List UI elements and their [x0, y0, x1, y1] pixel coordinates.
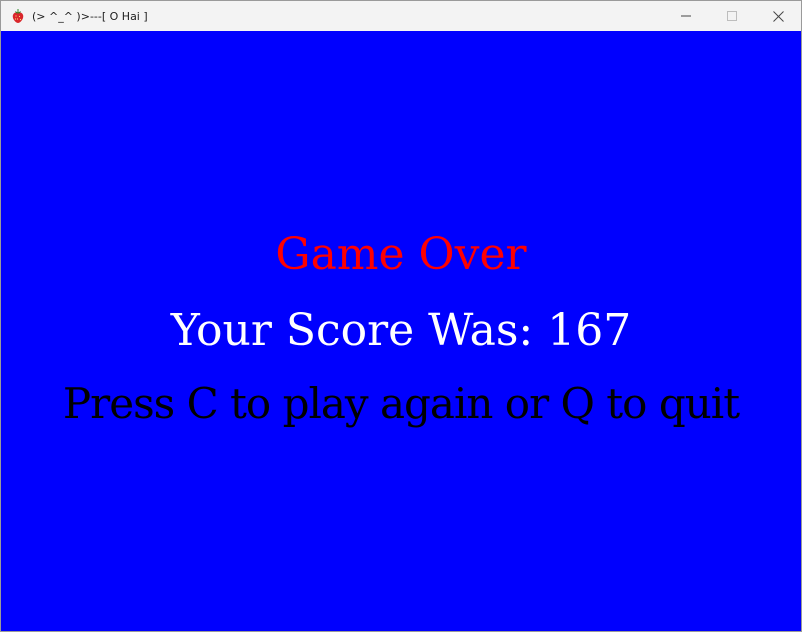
- title-bar[interactable]: (> ^_^ )>---[ O Hai ]: [1, 1, 801, 31]
- game-over-title: Game Over: [275, 229, 527, 280]
- window-title: (> ^_^ )>---[ O Hai ]: [32, 9, 148, 23]
- score-text: Your Score Was: 167: [170, 305, 632, 356]
- window-controls: [663, 1, 801, 31]
- game-window: (> ^_^ )>---[ O Hai ] Game Over Your Sco…: [0, 0, 802, 632]
- close-icon: [772, 10, 784, 22]
- strawberry-icon: [10, 8, 26, 24]
- minimize-button[interactable]: [663, 1, 709, 31]
- play-again-prompt: Press C to play again or Q to quit: [62, 379, 740, 428]
- close-button[interactable]: [755, 1, 801, 31]
- game-canvas[interactable]: Game Over Your Score Was: 167 Press C to…: [1, 31, 801, 631]
- minimize-icon: [681, 15, 691, 17]
- maximize-icon: [727, 11, 737, 21]
- maximize-button[interactable]: [709, 1, 755, 31]
